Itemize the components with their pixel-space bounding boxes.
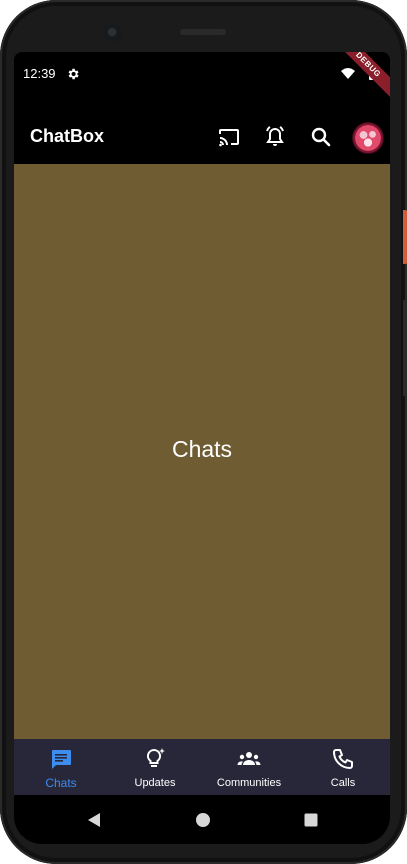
chats-page: Chats — [14, 164, 390, 739]
nav-label-chats: Chats — [45, 776, 77, 790]
phone-frame: 12:39 DEBUG ChatBox Chats Chats Updates … — [0, 0, 407, 864]
status-time: 12:39 — [23, 66, 56, 81]
nav-label-communities: Communities — [216, 777, 282, 789]
app-title: ChatBox — [30, 126, 105, 146]
recents-square-icon[interactable] — [303, 812, 319, 828]
power-button[interactable] — [403, 210, 407, 264]
volume-button[interactable] — [403, 300, 407, 396]
page-label: Chats — [171, 436, 233, 462]
cast-button[interactable] — [216, 124, 242, 150]
search-button[interactable] — [308, 124, 334, 150]
nav-label-updates: Updates — [134, 777, 176, 789]
wifi-icon — [341, 68, 355, 79]
bottom-navigation-bar: Chats Updates Communities Calls — [14, 739, 390, 795]
nav-label-calls: Calls — [330, 777, 356, 789]
device-screen: 12:39 DEBUG ChatBox Chats Chats Updates … — [14, 52, 390, 844]
groups-icon — [237, 752, 261, 765]
earpiece-speaker — [180, 29, 226, 35]
front-camera — [104, 24, 122, 42]
profile-avatar[interactable] — [352, 122, 384, 154]
app-bar: ChatBox — [14, 112, 390, 164]
nav-item-chats[interactable]: Chats — [14, 739, 108, 795]
cast-icon — [219, 129, 239, 147]
nav-item-communities[interactable]: Communities — [202, 739, 296, 795]
nav-item-updates[interactable]: Updates — [108, 739, 202, 795]
notifications-button[interactable] — [262, 124, 288, 150]
notification-bell-icon — [266, 126, 284, 146]
nav-item-calls[interactable]: Calls — [296, 739, 390, 795]
back-triangle-icon[interactable] — [86, 812, 102, 828]
chat-bubble-icon — [52, 750, 71, 769]
phone-icon — [333, 749, 353, 769]
status-bar: 12:39 DEBUG — [14, 52, 390, 99]
settings-gear-icon — [68, 68, 79, 80]
home-circle-icon[interactable] — [195, 812, 211, 828]
lightbulb-sparkle-icon — [146, 748, 165, 767]
system-navigation-bar — [14, 795, 390, 844]
search-icon — [311, 127, 331, 147]
